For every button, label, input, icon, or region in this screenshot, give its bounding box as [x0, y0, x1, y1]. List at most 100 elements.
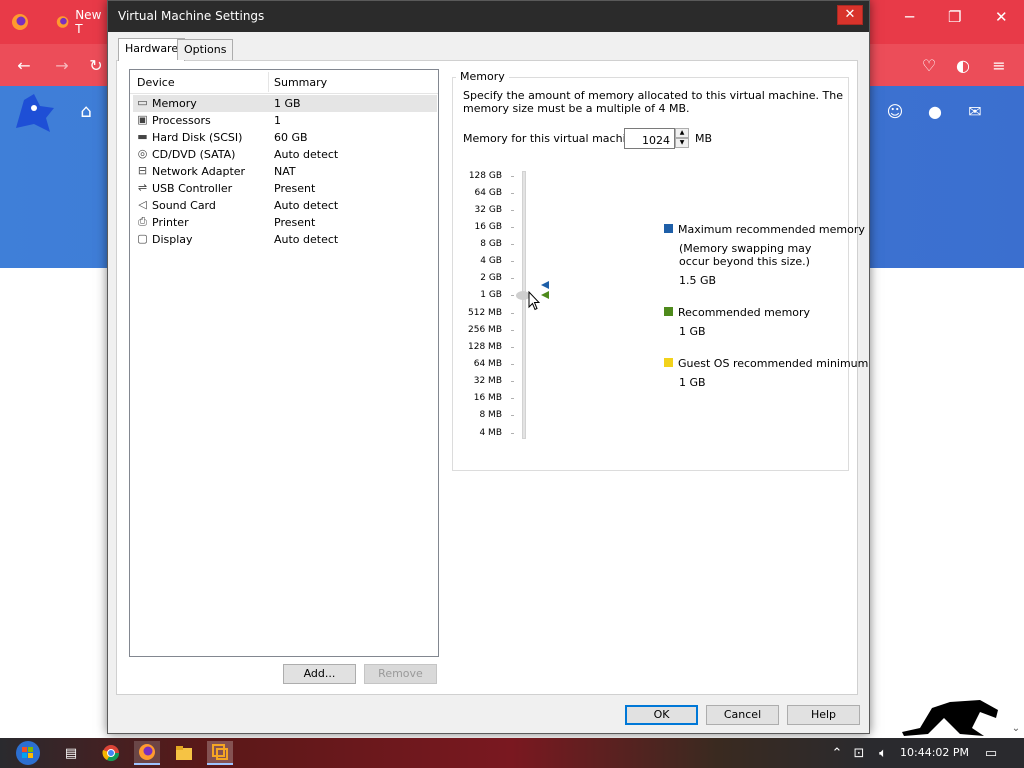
- scale-label: 16 GB: [474, 222, 502, 232]
- pocket-icon[interactable]: ♡: [918, 54, 940, 76]
- help-button[interactable]: Help: [787, 705, 860, 725]
- max-recommended-note: (Memory swapping may: [679, 242, 812, 255]
- cancel-button[interactable]: Cancel: [706, 705, 779, 725]
- device-row-cd-dvd[interactable]: ◎ CD/DVD (SATA) Auto detect: [133, 146, 437, 163]
- device-summary: Auto detect: [274, 199, 339, 212]
- printer-icon: ⎙: [138, 215, 147, 228]
- scale-label: 128 MB: [468, 342, 502, 352]
- scale-label: 1 GB: [480, 290, 502, 300]
- tab-title: New T: [75, 8, 102, 36]
- device-list[interactable]: Device Summary ▭ Memory 1 GB ▣ Processor…: [129, 69, 439, 657]
- scale-tick: [511, 364, 514, 365]
- minimize-icon[interactable]: ─: [905, 8, 914, 26]
- device-name: Hard Disk (SCSI): [152, 131, 243, 144]
- reload-icon[interactable]: ↻: [86, 54, 106, 76]
- dialog-title-bar[interactable]: Virtual Machine Settings: [108, 1, 869, 32]
- memory-group-label: Memory: [456, 70, 509, 83]
- scale-tick: [511, 227, 514, 228]
- scale-label: 4 MB: [479, 428, 502, 438]
- discord-icon[interactable]: ☺: [884, 100, 906, 122]
- device-name: CD/DVD (SATA): [152, 148, 236, 161]
- device-row-hard-disk[interactable]: ▬ Hard Disk (SCSI) 60 GB: [133, 129, 437, 146]
- scale-label: 2 GB: [480, 273, 502, 283]
- scale-tick: [511, 210, 514, 211]
- device-row-processors[interactable]: ▣ Processors 1: [133, 112, 437, 129]
- network-icon[interactable]: ⊡: [846, 741, 872, 765]
- vmware-icon[interactable]: [207, 741, 233, 765]
- recommended-swatch: [664, 307, 673, 316]
- max-recommended-swatch: [664, 224, 673, 233]
- taskbar-clock[interactable]: 10:44:02 PM: [900, 746, 969, 759]
- device-summary: Auto detect: [274, 148, 339, 161]
- mail-icon[interactable]: ✉: [964, 100, 986, 122]
- vm-settings-dialog: Virtual Machine Settings ✕ Hardware Opti…: [107, 0, 870, 734]
- decorative-figure: [900, 698, 1000, 738]
- account-icon[interactable]: ◐: [952, 54, 974, 76]
- memory-slider-track[interactable]: [522, 171, 526, 439]
- firefox-tab-icon: [56, 16, 69, 28]
- scale-label: 8 GB: [480, 239, 502, 249]
- ok-button[interactable]: OK: [625, 705, 698, 725]
- device-row-display[interactable]: ▢ Display Auto detect: [133, 231, 437, 248]
- scale-tick: [511, 398, 514, 399]
- column-header-summary[interactable]: Summary: [274, 76, 327, 89]
- scale-tick: [511, 381, 514, 382]
- device-row-sound-card[interactable]: ◁ Sound Card Auto detect: [133, 197, 437, 214]
- device-summary: Present: [274, 182, 316, 195]
- volume-icon[interactable]: 🔈︎: [870, 741, 896, 765]
- file-explorer-icon[interactable]: [171, 741, 197, 765]
- scale-tick: [511, 278, 514, 279]
- scale-tick: [511, 193, 514, 194]
- device-name: Network Adapter: [152, 165, 246, 178]
- device-row-memory[interactable]: ▭ Memory 1 GB: [133, 95, 437, 112]
- back-icon[interactable]: ←: [12, 54, 36, 76]
- cd-dvd-icon: ◎: [137, 147, 148, 160]
- memory-size-input[interactable]: [624, 128, 675, 149]
- scroll-down-icon[interactable]: ⌄: [1010, 722, 1022, 734]
- device-row-usb-controller[interactable]: ⇌ USB Controller Present: [133, 180, 437, 197]
- task-view-icon[interactable]: ▤: [58, 741, 84, 765]
- network-adapter-icon: ⊟: [137, 164, 148, 177]
- device-row-printer[interactable]: ⎙ Printer Present: [133, 214, 437, 231]
- chrome-icon[interactable]: [98, 741, 124, 765]
- column-header-device[interactable]: Device: [137, 76, 175, 89]
- firefox-taskbar-icon[interactable]: [134, 741, 160, 765]
- tab-hardware[interactable]: Hardware: [118, 38, 186, 61]
- scale-label: 32 MB: [473, 376, 502, 386]
- tab-options[interactable]: Options: [177, 39, 234, 60]
- scale-label: 4 GB: [480, 256, 502, 266]
- remove-device-button[interactable]: Remove: [364, 664, 437, 684]
- device-summary: Present: [274, 216, 316, 229]
- device-name: USB Controller: [152, 182, 233, 195]
- guest-minimum-swatch: [664, 358, 673, 367]
- browser-tab[interactable]: New T: [46, 0, 106, 44]
- window-close-icon[interactable]: ✕: [995, 8, 1008, 26]
- dialog-close-button[interactable]: ✕: [837, 5, 863, 25]
- hard-disk-icon: ▬: [137, 130, 148, 143]
- device-row-network-adapter[interactable]: ⊟ Network Adapter NAT: [133, 163, 437, 180]
- column-separator[interactable]: [268, 72, 269, 92]
- processor-icon: ▣: [137, 113, 148, 126]
- restore-icon[interactable]: ❐: [948, 8, 961, 26]
- site-logo[interactable]: [10, 88, 58, 136]
- scale-tick: [511, 313, 514, 314]
- scale-label: 64 GB: [474, 188, 502, 198]
- device-summary: 60 GB: [274, 131, 308, 144]
- device-name: Printer: [152, 216, 189, 229]
- max-recommended-value: 1.5 GB: [679, 274, 717, 287]
- home-icon[interactable]: ⌂: [74, 100, 98, 122]
- menu-icon[interactable]: ≡: [988, 54, 1010, 76]
- device-list-header: Device Summary: [130, 70, 438, 94]
- recommended-marker: [541, 291, 549, 299]
- recommended-value: 1 GB: [679, 325, 706, 338]
- memory-spin-up[interactable]: ▲: [675, 128, 689, 138]
- forward-icon[interactable]: →: [50, 54, 74, 76]
- start-icon[interactable]: [10, 738, 46, 768]
- scale-label: 16 MB: [473, 393, 502, 403]
- notifications-icon[interactable]: ▭: [978, 741, 1004, 765]
- firefox-icon[interactable]: [8, 10, 32, 34]
- memory-spin-down[interactable]: ▼: [675, 138, 689, 148]
- github-icon[interactable]: ●: [924, 100, 946, 122]
- add-device-button[interactable]: Add...: [283, 664, 356, 684]
- scale-tick: [511, 176, 514, 177]
